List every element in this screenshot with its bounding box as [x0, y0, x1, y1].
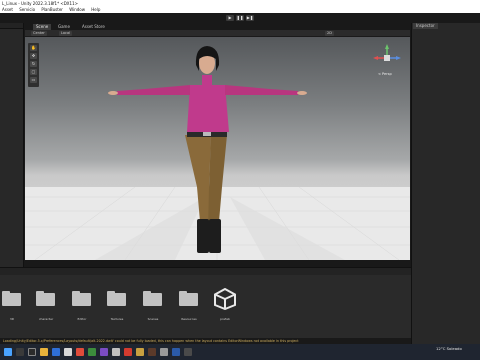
play-button[interactable]: ▶: [226, 15, 234, 21]
rect-tool-icon[interactable]: ▭: [30, 77, 37, 83]
step-button[interactable]: ▶❚: [246, 15, 254, 21]
hierarchy-panel: [0, 23, 24, 267]
app-icon[interactable]: [76, 348, 84, 356]
unity-logo-icon: [214, 288, 236, 310]
store-icon[interactable]: [64, 348, 72, 356]
file-explorer-icon[interactable]: [40, 348, 48, 356]
asset-folder[interactable]: Scenes: [141, 290, 165, 321]
2d-toggle[interactable]: 2D: [325, 31, 334, 36]
app-icon[interactable]: [88, 348, 96, 356]
scene-viewport[interactable]: [25, 37, 410, 260]
folder-icon: [179, 290, 198, 306]
scale-tool-icon[interactable]: ▢: [30, 69, 37, 75]
tool-palette: ✋ ✥ ↻ ▢ ▭: [28, 43, 39, 87]
edge-icon[interactable]: [52, 348, 60, 356]
start-icon[interactable]: [4, 348, 12, 356]
app-icon[interactable]: [136, 348, 144, 356]
rotate-tool-icon[interactable]: ↻: [30, 61, 37, 67]
app-icon[interactable]: [184, 348, 192, 356]
inspector-panel: Inspector: [411, 23, 480, 267]
hand-tool-icon[interactable]: ✋: [30, 45, 37, 51]
scene-toolbar: Center Local 2D: [25, 30, 410, 37]
perspective-label[interactable]: < Persp: [378, 72, 392, 76]
asset-folder[interactable]: character: [34, 290, 58, 321]
asset-folder[interactable]: Resources: [177, 290, 201, 321]
scene-tab-strip: Scene Game Asset Store: [25, 23, 410, 30]
app-icon[interactable]: [100, 348, 108, 356]
weather-tray[interactable]: 12°C Soleado: [436, 346, 462, 351]
asset-folder[interactable]: Editor: [70, 290, 94, 321]
chrome-icon[interactable]: [124, 348, 132, 356]
project-panel: 3D character Editor Textures Scenes Reso…: [0, 267, 411, 344]
app-icon[interactable]: [112, 348, 120, 356]
folder-icon: [143, 290, 162, 306]
pause-button[interactable]: ❚❚: [236, 15, 244, 21]
folder-icon: [36, 290, 55, 306]
tab-inspector[interactable]: Inspector: [413, 23, 438, 29]
app-icon[interactable]: [148, 348, 156, 356]
task-view-icon[interactable]: [28, 348, 36, 356]
asset-folder[interactable]: Textures: [105, 290, 129, 321]
asset-folder[interactable]: 3D: [0, 290, 24, 321]
folder-icon: [2, 290, 21, 306]
asset-prefab[interactable]: prefab: [213, 288, 237, 321]
hierarchy-tab-strip: [0, 23, 23, 29]
space-dropdown[interactable]: Local: [59, 31, 73, 36]
search-icon[interactable]: [16, 348, 24, 356]
unity-icon[interactable]: [160, 348, 168, 356]
move-tool-icon[interactable]: ✥: [30, 53, 37, 59]
right-bottom-panel: [411, 267, 480, 344]
folder-icon: [72, 290, 91, 306]
character-model[interactable]: [25, 37, 410, 260]
pivot-dropdown[interactable]: Center: [31, 31, 47, 36]
taskbar: [0, 344, 480, 360]
window-title: L_Linux - Unity 2022.3.18f1* <DX11>: [0, 0, 480, 7]
folder-icon: [107, 290, 126, 306]
project-toolbar: [0, 268, 411, 275]
app-icon[interactable]: [172, 348, 180, 356]
